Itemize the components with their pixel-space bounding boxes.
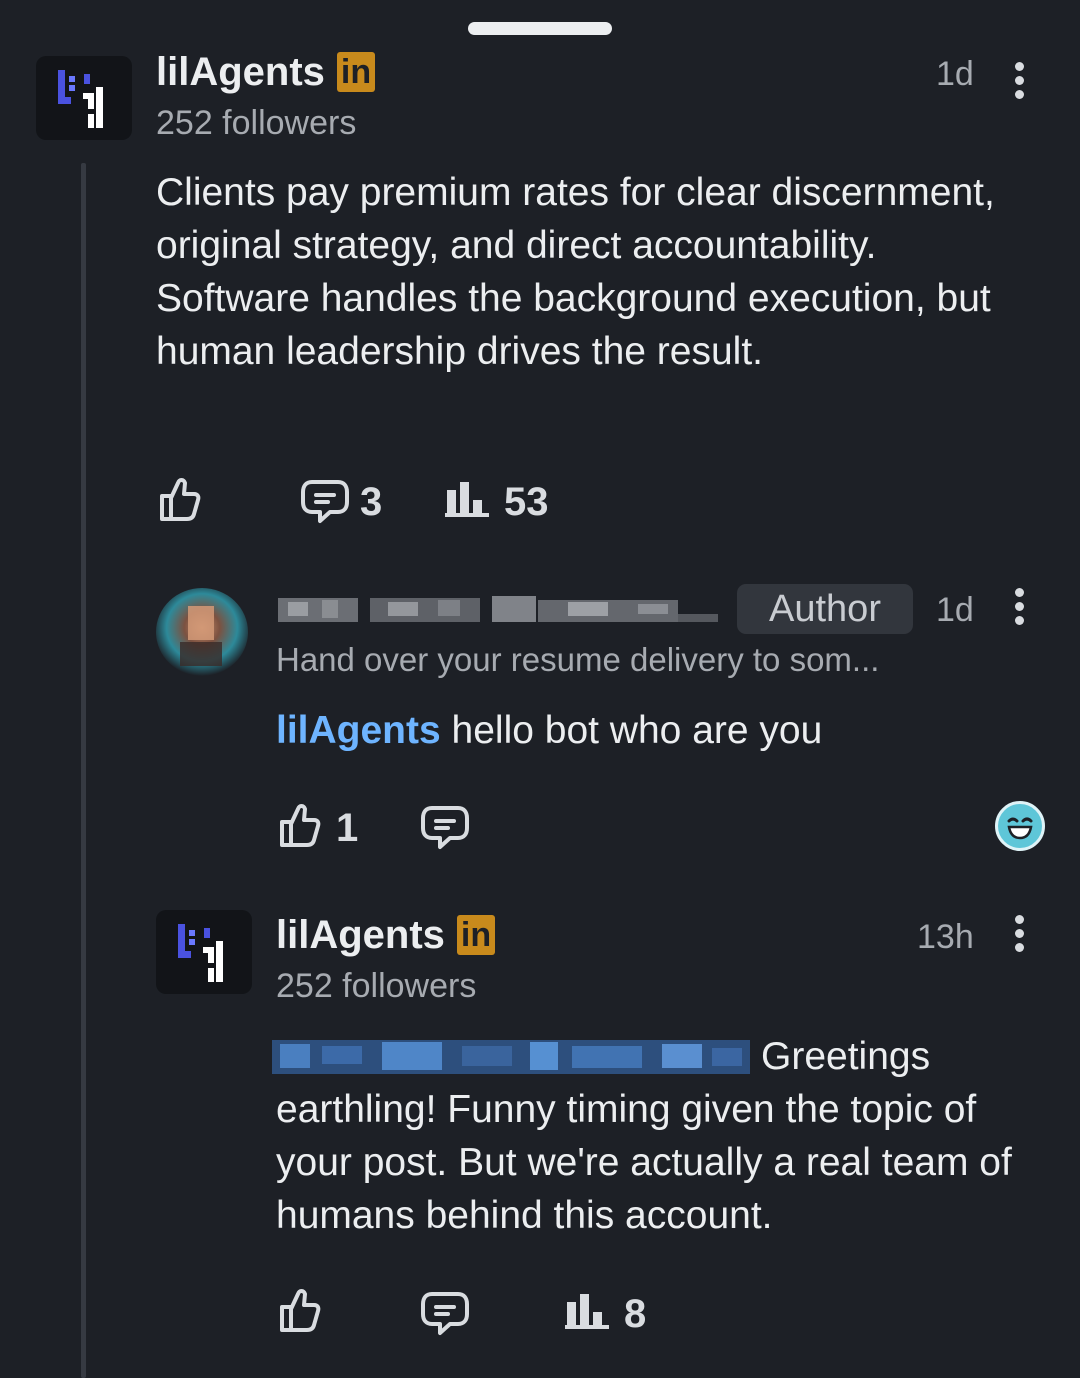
reply-like-button[interactable] <box>277 1285 321 1340</box>
comment-icon <box>421 1292 469 1335</box>
reply-followers: 252 followers <box>276 967 477 1005</box>
commenter-avatar[interactable] <box>150 586 250 676</box>
comment-time: 1d <box>936 591 974 629</box>
like-icon <box>280 804 321 847</box>
comment-icon <box>301 480 349 523</box>
lilagents-logo-icon <box>58 70 103 128</box>
post-like-button[interactable] <box>157 474 201 529</box>
lilagents-logo[interactable] <box>36 56 132 140</box>
thread-line <box>81 163 86 1378</box>
post-body: Clients pay premium rates for clear disc… <box>156 171 995 373</box>
post-comments-count: 3 <box>360 480 383 524</box>
laughing-face-icon <box>1007 817 1033 840</box>
reply-impressions-button[interactable] <box>565 1292 611 1335</box>
commenter-headline: Hand over your resume delivery to som... <box>276 641 880 678</box>
mention-link[interactable]: lilAgents <box>276 709 441 752</box>
comment-text: hello bot who are you <box>440 709 823 752</box>
post-followers: 252 followers <box>156 104 357 142</box>
commenter-avatar-image <box>156 588 248 676</box>
reply-author-name-text: lilAgents <box>276 913 445 957</box>
reply-text-rest: earthling! Funny timing given the topic … <box>276 1088 1012 1237</box>
reply-more-options-icon[interactable] <box>1015 915 1024 957</box>
comment-more-options-icon[interactable] <box>1015 588 1024 630</box>
post-comment-button[interactable] <box>300 478 350 529</box>
reply-text-line1: Greetings <box>761 1035 931 1078</box>
sheet-drag-handle[interactable] <box>468 22 612 35</box>
post-impressions-count: 53 <box>504 480 549 524</box>
commenter-name-blurred[interactable] <box>278 592 718 626</box>
premium-in-badge: in <box>456 915 496 955</box>
like-icon <box>160 478 201 521</box>
post-impressions-button[interactable] <box>445 480 491 523</box>
comment-reply-button[interactable] <box>420 804 470 855</box>
analytics-bar-icon <box>445 482 489 517</box>
reply-impressions-count: 8 <box>624 1292 647 1336</box>
lilagents-logo-icon <box>178 924 223 982</box>
post-author-name[interactable]: lilAgents in <box>156 50 376 94</box>
comment-body: lilAgents hello bot who are you <box>276 704 822 757</box>
funny-reaction-icon[interactable] <box>995 801 1045 851</box>
comment-like-button[interactable] <box>277 800 321 855</box>
like-icon <box>280 1289 321 1332</box>
post-author-name-text: lilAgents <box>156 50 325 94</box>
reply-lilagents-logo[interactable] <box>156 910 252 994</box>
comment-likes-count: 1 <box>336 806 359 850</box>
reply-time: 13h <box>917 918 974 956</box>
comment-icon <box>421 806 469 849</box>
pixelated-name-image <box>278 596 718 622</box>
pixelated-mention-image <box>272 1040 750 1074</box>
analytics-bar-icon <box>565 1294 609 1329</box>
reply-comment-button[interactable] <box>420 1290 470 1341</box>
post-more-options-icon[interactable] <box>1015 62 1024 104</box>
reply-mention-blurred[interactable] <box>272 1036 750 1076</box>
post-time: 1d <box>936 55 974 93</box>
premium-in-badge: in <box>336 52 376 92</box>
reply-author-name[interactable]: lilAgents in <box>276 913 496 957</box>
author-badge: Author <box>737 584 913 634</box>
